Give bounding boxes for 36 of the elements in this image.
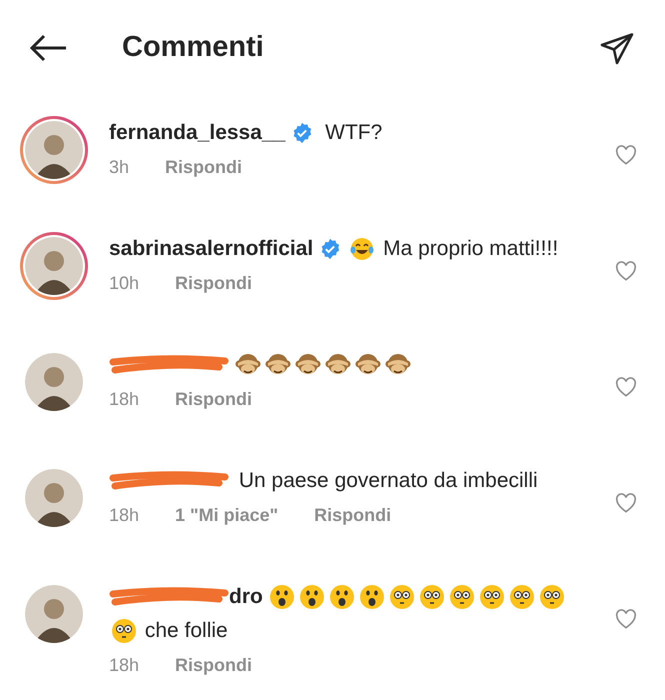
username[interactable]: sabrinasalernofficial	[109, 237, 314, 260]
flushed-emoji-icon	[538, 584, 565, 610]
astonished-emoji-icon	[268, 584, 295, 610]
avatar-icon	[25, 353, 83, 411]
astonished-emoji-icon	[328, 584, 355, 610]
comment-text: Ma proprio matti!!!!	[382, 237, 558, 260]
flushed-emoji-icon	[111, 618, 137, 644]
flushed-emoji-icon	[418, 584, 445, 610]
astonished-emoji-icon	[298, 584, 325, 610]
astonished-emoji-icon	[358, 584, 385, 610]
avatar-icon	[25, 237, 83, 295]
comment-text: WTF?	[324, 121, 382, 144]
reply-button[interactable]: Rispondi	[175, 652, 252, 679]
reply-button[interactable]: Rispondi	[175, 270, 252, 297]
reply-button[interactable]: Rispondi	[314, 502, 392, 529]
flushed-emoji-icon	[388, 584, 415, 610]
comment-time: 3h	[109, 156, 130, 179]
laughing-emoji-icon	[349, 236, 376, 262]
comment-text: che follie	[144, 619, 228, 642]
reply-button[interactable]: Rispondi	[175, 386, 252, 413]
comment-time: 18h	[109, 388, 140, 411]
likes-count[interactable]: 1 "Mi piace"	[175, 502, 278, 529]
comment-text: Un paese governato da imbecilli	[238, 469, 538, 492]
page-title: Commenti	[122, 30, 265, 66]
flushed-emoji-icon	[478, 584, 505, 610]
avatar-icon	[25, 585, 83, 643]
avatar-icon	[25, 121, 83, 179]
flushed-emoji-icon	[508, 584, 535, 610]
comment-time: 18h	[109, 504, 140, 527]
username[interactable]: dro	[229, 585, 263, 608]
avatar-icon	[25, 469, 83, 527]
comment-time: 10h	[109, 272, 140, 295]
comment-time: 18h	[109, 654, 140, 677]
reply-button[interactable]: Rispondi	[165, 154, 242, 181]
username[interactable]: fernanda_lessa__	[109, 121, 286, 144]
flushed-emoji-icon	[448, 584, 475, 610]
